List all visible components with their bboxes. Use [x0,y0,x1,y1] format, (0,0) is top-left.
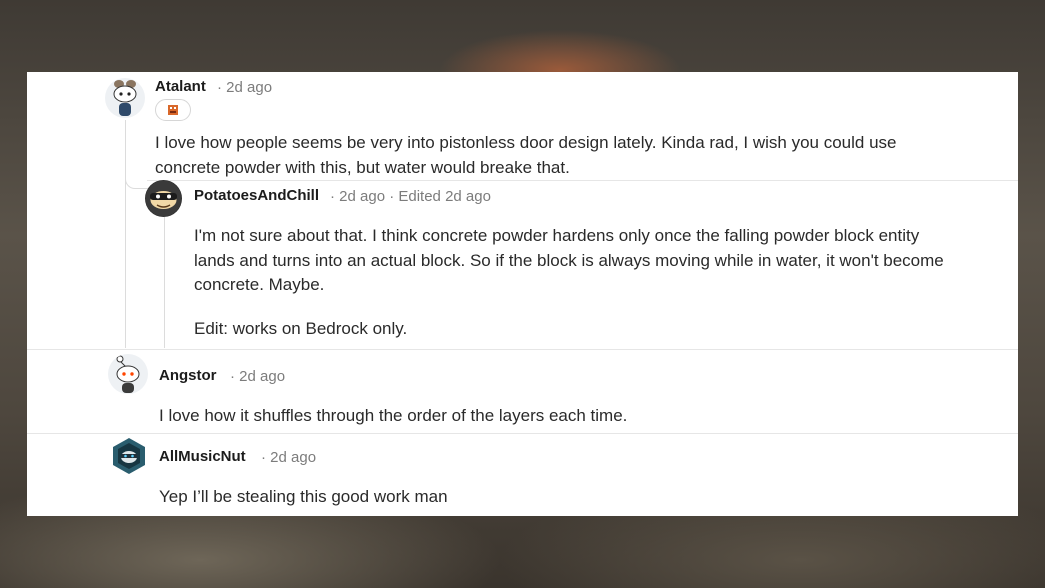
default-snoo-avatar-icon [116,355,140,393]
comment-line: I'm not sure about that. I think concret… [194,226,920,245]
potatoes-comment-text: I'm not sure about that. I think concret… [194,224,1014,341]
potatoes-username[interactable]: PotatoesAndChill [194,187,319,204]
comment-line: Yep I’ll be stealing this good work man [159,487,448,506]
comments-panel: Atalant · 2d ago I love how people seems… [27,72,1018,516]
masked-snoo-avatar-icon [145,180,182,217]
divider [27,433,1018,434]
allmusicnut-comment-text: Yep I’ll be stealing this good work man [159,485,999,510]
angstor-username[interactable]: Angstor [159,367,217,384]
allmusicnut-username[interactable]: AllMusicNut [159,448,246,465]
hooded-snoo-avatar-icon [113,438,145,474]
atalant-comment-text: I love how people seems be very into pis… [155,131,1005,180]
divider [27,349,1018,350]
thread-line-atalant[interactable] [125,120,126,348]
angstor-meta: · 2d ago [230,368,286,385]
atalant-flair [155,99,191,121]
thread-connector [125,176,148,189]
allmusicnut-avatar[interactable] [110,437,148,475]
comment-line: I love how it shuffles through the order… [159,406,628,425]
angstor-avatar[interactable] [108,354,148,394]
angstor-comment-text: I love how it shuffles through the order… [159,404,999,429]
comment-line: lands and turns into an actual block. So… [194,250,944,270]
divider [147,180,1018,181]
comment-line: concrete. Maybe. [194,275,325,294]
snoo-avatar-icon [113,80,137,116]
atalant-avatar[interactable] [105,78,145,118]
comment-line: I love how people seems be very into pis… [155,133,897,152]
allmusicnut-meta: · 2d ago [261,449,317,466]
atalant-meta: · 2d ago [217,79,273,96]
potatoes-meta: · 2d ago · Edited 2d ago [330,188,491,205]
comment-line: Edit: works on Bedrock only. [194,318,408,338]
comment-line: concrete powder with this, but water wou… [155,157,570,177]
thread-line-potatoes[interactable] [164,212,165,348]
flair-badge-icon [168,105,178,115]
potatoes-avatar[interactable] [145,180,182,217]
atalant-username[interactable]: Atalant [155,78,206,95]
